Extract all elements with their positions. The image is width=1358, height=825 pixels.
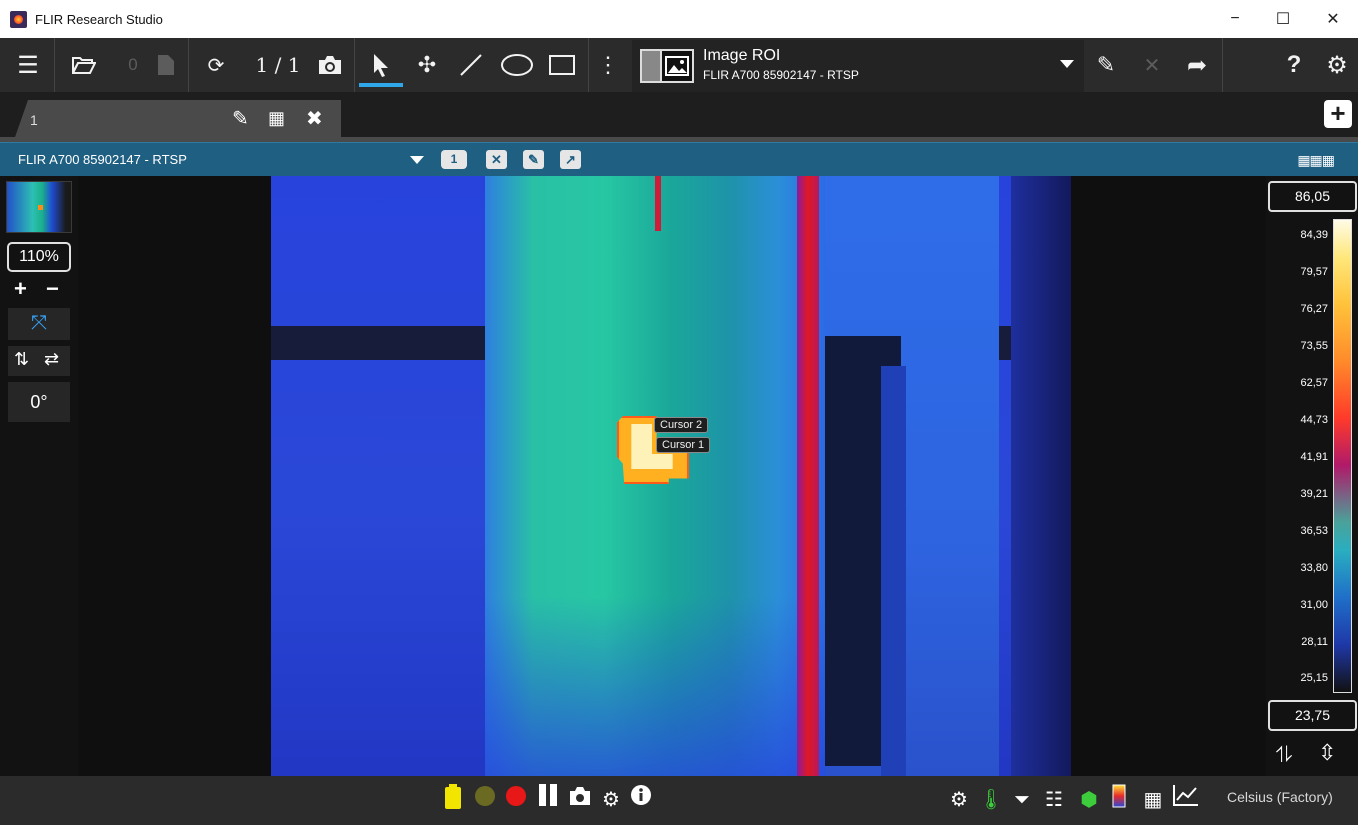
palette-tick: 73,55 [1300, 340, 1328, 352]
close-button[interactable]: ✕ [1308, 0, 1358, 38]
grid-layout-icon[interactable]: ▦ [268, 108, 285, 129]
record-icon[interactable] [505, 784, 527, 816]
roi-title: Image ROI [703, 47, 781, 64]
share-icon[interactable]: ➦ [1178, 38, 1216, 92]
expand-range-icon[interactable]: ⇳ [1318, 740, 1336, 766]
palette-tick: 39,21 [1300, 488, 1328, 500]
chevron-down-icon[interactable] [1060, 60, 1074, 68]
zoom-out-icon[interactable]: − [46, 276, 59, 302]
record-count: 0 [128, 55, 138, 74]
info-icon[interactable] [628, 784, 654, 816]
roi-selector[interactable]: Image ROI FLIR A700 85902147 - RTSP [632, 40, 1084, 92]
compress-range-icon[interactable]: ⥮ [1276, 742, 1292, 768]
chart-icon[interactable] [1170, 784, 1202, 816]
zoom-in-icon[interactable]: + [14, 276, 27, 302]
temperature-unit[interactable]: Celsius (Factory) [1227, 789, 1333, 805]
roi-source: FLIR A700 85902147 - RTSP [703, 68, 859, 82]
cursor-2-label[interactable]: Cursor 2 [654, 417, 709, 433]
palette-tick: 28,11 [1301, 636, 1328, 648]
palette-min-value[interactable]: 23,75 [1268, 700, 1357, 731]
tab-1[interactable]: 1 ✎ ▦ ✖ [14, 100, 341, 140]
window-title: FLIR Research Studio [35, 11, 163, 27]
file-icon[interactable] [148, 38, 184, 92]
palette-icon[interactable] [1108, 784, 1130, 816]
temperature-palette: 86,05 84,39 79,57 76,27 73,55 62,57 44,7… [1266, 176, 1358, 776]
camera-icon[interactable] [310, 38, 350, 92]
image-thumbnail[interactable] [6, 181, 72, 233]
tab-label: 1 [30, 112, 38, 128]
palette-tick: 36,53 [1300, 525, 1328, 537]
keyboard-icon[interactable]: ▦▦▦ [1297, 152, 1335, 169]
help-icon[interactable]: ? [1276, 38, 1312, 92]
image-roi-icon [640, 49, 694, 83]
menu-icon[interactable]: ☰ [6, 38, 50, 92]
rotation-value: 0° [30, 392, 48, 412]
fit-to-window-icon[interactable]: ⤧ [8, 308, 70, 340]
line-tool-icon[interactable] [452, 38, 490, 92]
bottom-status-bar: ⚙ ⚙ 🌡 ⏷ ☷ ⬢ ▦ Celsius (Factory) [0, 776, 1358, 825]
palette-tick: 76,27 [1300, 303, 1328, 315]
gear-icon[interactable]: ⚙ [1318, 38, 1356, 92]
more-vertical-icon[interactable]: ⋮ [594, 38, 622, 92]
expand-viewer-icon[interactable]: ↗ [560, 150, 581, 169]
palette-tick: 33,80 [1300, 562, 1328, 574]
camera-source-label: FLIR A700 85902147 - RTSP [18, 152, 187, 167]
thermal-image-viewer[interactable]: Cursor 2 Cursor 1 [78, 176, 1266, 776]
edit-viewer-icon[interactable]: ✎ [523, 150, 544, 169]
minimize-button[interactable]: − [1210, 0, 1260, 38]
thermometer-check-icon[interactable]: 🌡 [976, 784, 1006, 816]
palette-tick: 84,39 [1300, 229, 1328, 241]
close-viewer-icon[interactable]: ✕ [486, 150, 507, 169]
sliders-icon[interactable]: ☷ [1040, 784, 1068, 816]
refresh-icon[interactable]: ⟳ [196, 38, 236, 92]
flip-controls: ⇅ ⇄ [8, 346, 70, 376]
record-settings-icon[interactable]: ⚙ [598, 784, 624, 816]
palette-max-value[interactable]: 86,05 [1268, 181, 1357, 212]
left-control-panel: 110% + − ⤧ ⇅ ⇄ 0° [0, 176, 78, 776]
tab-strip: 1 ✎ ▦ ✖ [0, 92, 1358, 140]
maximize-button[interactable]: ☐ [1258, 0, 1308, 38]
palette-tick: 79,57 [1300, 266, 1328, 278]
edit-tab-icon[interactable]: ✎ [232, 106, 249, 131]
flip-horizontal-icon[interactable]: ⇄ [44, 349, 59, 370]
cube-check-icon[interactable]: ⬢ [1074, 784, 1104, 816]
palette-tick: 41,91 [1300, 451, 1328, 463]
rectangle-tool-icon[interactable] [542, 38, 582, 92]
add-tab-button[interactable]: + [1324, 100, 1352, 128]
status-dot-icon [474, 784, 496, 816]
ellipse-tool-icon[interactable] [496, 38, 538, 92]
palette-tick: 44,73 [1300, 414, 1328, 426]
viewer-badge: 1 [441, 150, 467, 169]
filter-clear-icon[interactable]: ⏷ [1008, 784, 1036, 816]
snapshot-icon[interactable] [566, 784, 594, 816]
palette-tick: 25,15 [1300, 672, 1328, 684]
close-tab-icon[interactable]: ✖ [306, 106, 323, 131]
settings-icon[interactable]: ⚙ [946, 784, 972, 816]
source-dropdown-icon[interactable] [410, 156, 424, 164]
frame-counter: 1 / 1 [255, 53, 301, 77]
table-icon[interactable]: ▦ [1138, 784, 1168, 816]
palette-tick: 31,00 [1300, 599, 1328, 611]
zoom-level[interactable]: 110% [7, 242, 71, 272]
pencil-icon[interactable]: ✎ [1088, 38, 1124, 92]
flip-vertical-icon[interactable]: ⇅ [14, 349, 29, 370]
pause-icon[interactable] [535, 784, 561, 816]
thermal-image: Cursor 2 Cursor 1 [271, 176, 1071, 776]
cursor-1-label[interactable]: Cursor 1 [656, 437, 711, 453]
palette-tick: 62,57 [1300, 377, 1328, 389]
title-bar: FLIR Research Studio − ☐ ✕ [0, 0, 1358, 38]
viewer-header: FLIR A700 85902147 - RTSP 1 ✕ ✎ ↗ ▦▦▦ [0, 142, 1358, 176]
crosshair-icon[interactable]: ✣ [408, 38, 446, 92]
rotation-control[interactable]: 0° [8, 382, 70, 422]
palette-colorbar [1333, 219, 1352, 693]
delete-icon[interactable]: ✕ [1134, 38, 1170, 92]
app-logo-icon [10, 10, 27, 28]
selected-tool-indicator [359, 83, 403, 87]
folder-open-icon[interactable] [62, 38, 106, 92]
battery-icon [442, 784, 464, 816]
